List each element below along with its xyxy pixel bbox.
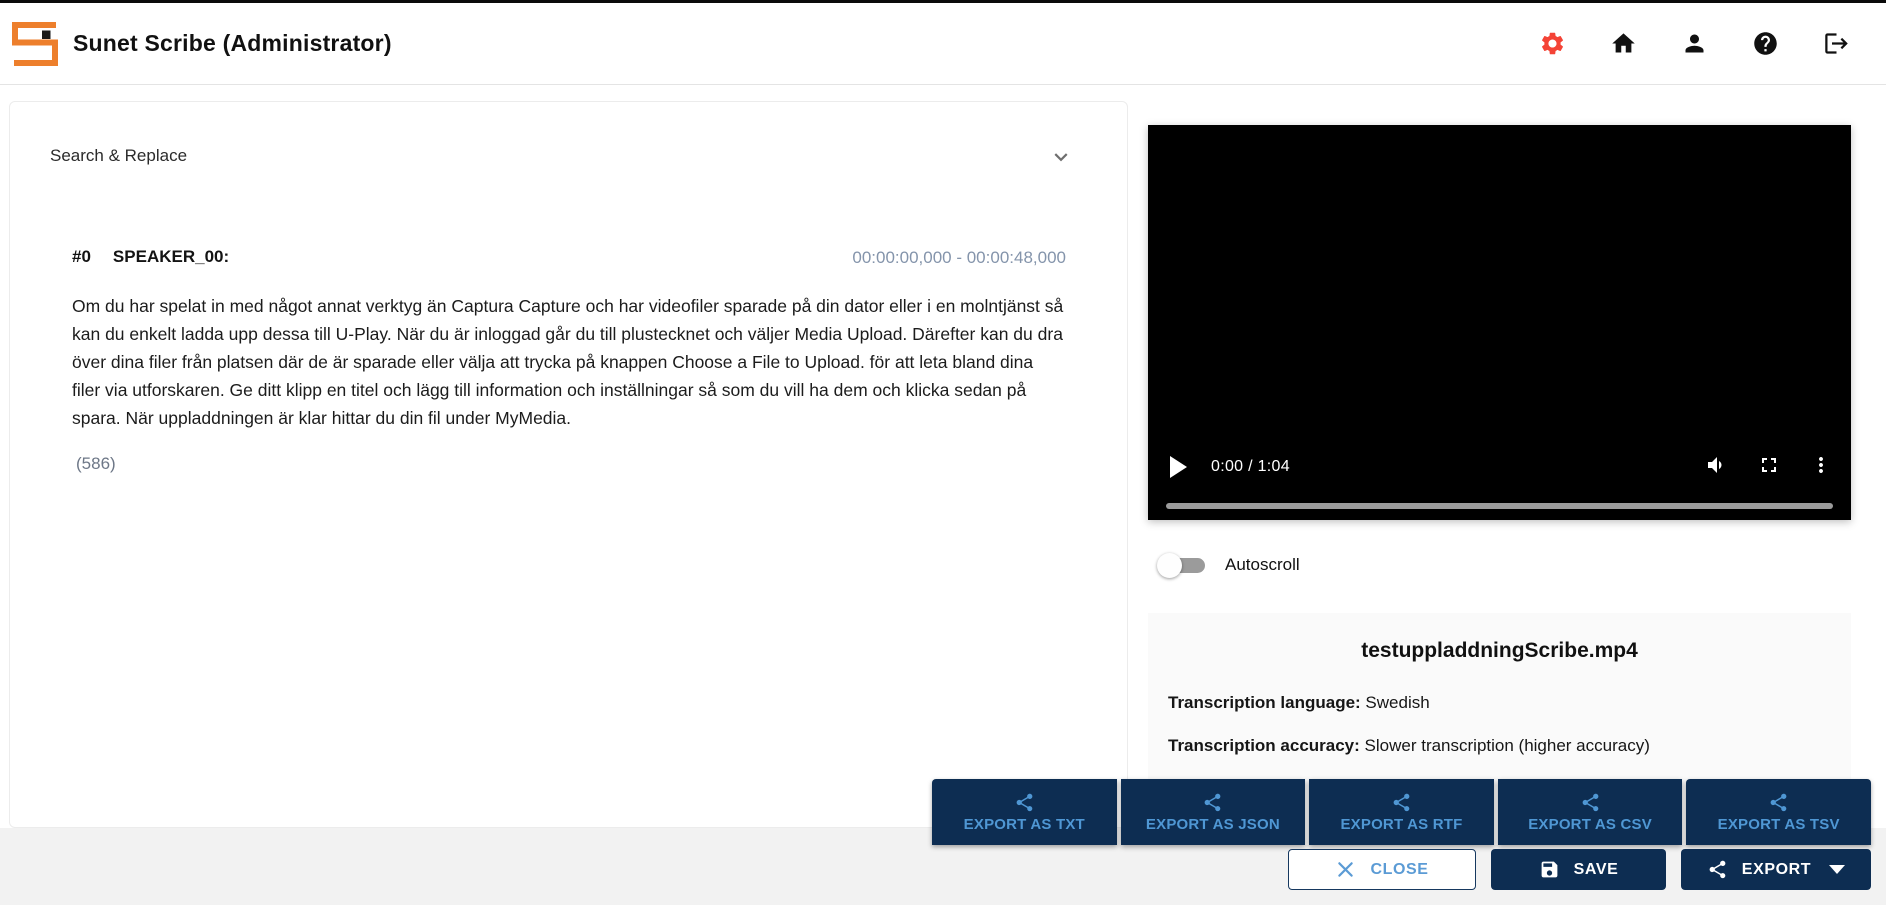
video-controls-bar: 0:00 / 1:04: [1148, 452, 1851, 482]
video-controls-right: [1705, 453, 1833, 482]
segment-index: #0: [72, 247, 91, 267]
logout-icon[interactable]: [1823, 30, 1850, 57]
volume-icon[interactable]: [1705, 453, 1729, 482]
action-button-row: CLOSE SAVE EXPORT: [0, 849, 1886, 890]
export-button-label: EXPORT: [1742, 861, 1811, 879]
close-button[interactable]: CLOSE: [1288, 849, 1476, 890]
segment-header: #0 SPEAKER_00:: [72, 247, 229, 267]
page-title: Sunet Scribe (Administrator): [73, 30, 392, 57]
play-icon[interactable]: [1170, 456, 1187, 478]
export-as-rtf-button[interactable]: EXPORT AS RTF: [1309, 779, 1494, 845]
transcription-accuracy-label: Transcription accuracy:: [1168, 736, 1360, 755]
autoscroll-label: Autoscroll: [1225, 555, 1300, 575]
export-menu: EXPORT AS TXT EXPORT AS JSON EXPORT AS R…: [932, 779, 1871, 845]
fullscreen-icon[interactable]: [1757, 453, 1781, 482]
kebab-menu-icon[interactable]: [1809, 453, 1833, 482]
export-as-tsv-label: EXPORT AS TSV: [1718, 816, 1840, 833]
close-button-label: CLOSE: [1370, 861, 1428, 879]
export-as-txt-button[interactable]: EXPORT AS TXT: [932, 779, 1117, 845]
video-player[interactable]: 0:00 / 1:04: [1148, 125, 1851, 520]
export-as-csv-button[interactable]: EXPORT AS CSV: [1498, 779, 1683, 845]
transcription-language-row: Transcription language: Swedish: [1168, 693, 1430, 713]
export-as-tsv-button[interactable]: EXPORT AS TSV: [1686, 779, 1871, 845]
search-replace-accordion[interactable]: Search & Replace: [10, 142, 1127, 174]
transcription-language-value: Swedish: [1361, 693, 1430, 712]
export-button[interactable]: EXPORT: [1681, 849, 1871, 890]
autoscroll-row: Autoscroll: [1157, 550, 1300, 580]
video-time-display: 0:00 / 1:04: [1211, 458, 1290, 476]
home-icon[interactable]: [1610, 30, 1637, 57]
video-progress-bar[interactable]: [1166, 503, 1833, 509]
account-person-icon[interactable]: [1681, 30, 1708, 57]
autoscroll-toggle[interactable]: [1157, 551, 1209, 579]
app-header: Sunet Scribe (Administrator): [0, 3, 1886, 85]
export-as-txt-label: EXPORT AS TXT: [964, 816, 1085, 833]
segment-text[interactable]: Om du har spelat in med något annat verk…: [72, 292, 1064, 432]
save-floppy-icon: [1539, 859, 1560, 880]
transcription-accuracy-value: Slower transcription (higher accuracy): [1360, 736, 1650, 755]
export-as-csv-label: EXPORT AS CSV: [1528, 816, 1652, 833]
share-icon: [1707, 859, 1728, 880]
filename: testuppladdningScribe.mp4: [1148, 639, 1851, 663]
save-button-label: SAVE: [1574, 861, 1619, 879]
toggle-knob[interactable]: [1157, 553, 1182, 578]
segment-speaker[interactable]: SPEAKER_00:: [113, 247, 229, 267]
export-as-rtf-label: EXPORT AS RTF: [1340, 816, 1462, 833]
close-x-icon: [1335, 859, 1356, 880]
caret-down-icon: [1829, 865, 1845, 874]
chevron-down-icon[interactable]: [1048, 144, 1074, 170]
app-window: Sunet Scribe (Administrator) Search & Re…: [0, 0, 1886, 905]
segment-timestamp: 00:00:00,000 - 00:00:48,000: [852, 248, 1066, 268]
settings-gear-icon[interactable]: [1539, 30, 1566, 57]
help-icon[interactable]: [1752, 30, 1779, 57]
search-replace-label: Search & Replace: [50, 146, 187, 166]
save-button[interactable]: SAVE: [1491, 849, 1666, 890]
export-as-json-button[interactable]: EXPORT AS JSON: [1121, 779, 1306, 845]
header-icon-bar: [1539, 30, 1850, 57]
transcription-accuracy-row: Transcription accuracy: Slower transcrip…: [1168, 736, 1650, 756]
export-as-json-label: EXPORT AS JSON: [1146, 816, 1280, 833]
sunet-logo-icon: [11, 21, 59, 67]
transcript-panel: Search & Replace #0 SPEAKER_00: 00:00:00…: [9, 101, 1128, 828]
transcription-language-label: Transcription language:: [1168, 693, 1361, 712]
segment-char-count: (586): [76, 454, 116, 474]
